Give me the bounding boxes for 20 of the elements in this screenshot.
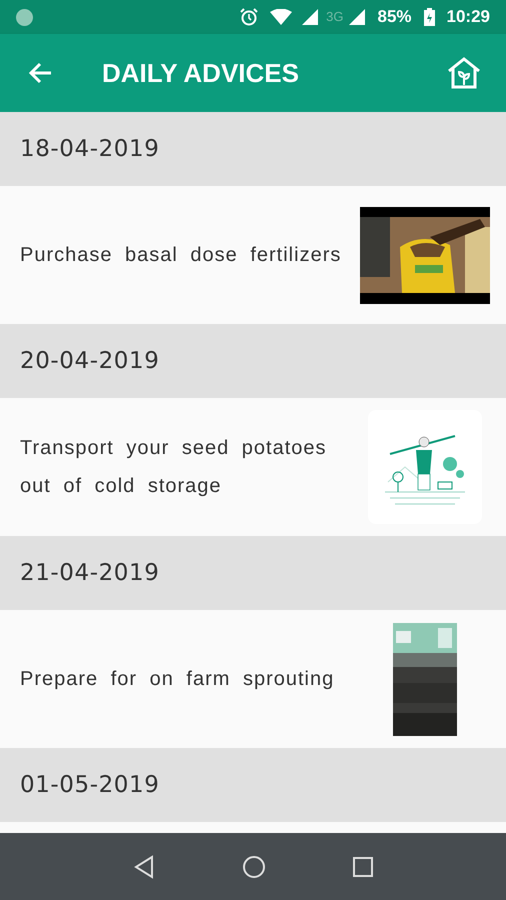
date-label: 18-04-2019 [20,134,160,164]
alarm-icon [240,8,258,26]
date-label: 20-04-2019 [20,346,160,376]
date-label: 21-04-2019 [20,558,160,588]
wifi-icon [270,9,292,25]
battery-charging-icon [424,8,435,26]
advice-text: Prepare for on farm sprouting [20,667,336,692]
network-label: 3G [326,8,344,26]
date-label: 01-05-2019 [20,770,160,800]
battery-percent: 85% [377,6,412,28]
advice-text: Purchase basal dose fertilizers [20,243,342,268]
home-button[interactable] [446,55,482,91]
advice-text: Transport your seed potatoes out of cold storage [20,436,328,499]
home-nav-button[interactable] [242,854,266,878]
recents-nav-button[interactable] [352,856,373,876]
screen-title: DAILY ADVICES [102,56,300,90]
signal-icon [300,9,318,25]
clock: 10:29 [446,6,490,28]
back-nav-button[interactable] [133,854,156,878]
signal-icon [347,9,366,25]
